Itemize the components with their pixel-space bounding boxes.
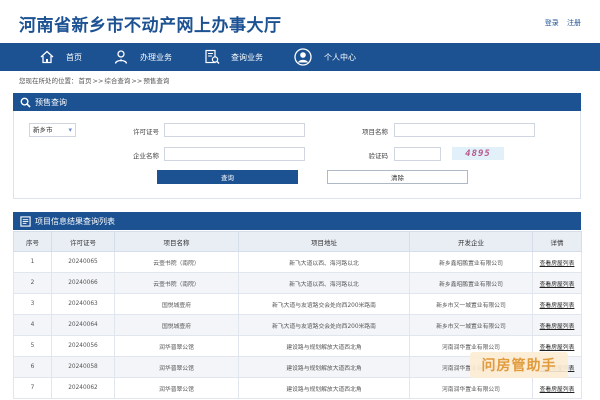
cell-permit: 20240066 [51, 272, 115, 294]
cell-address: 建设路与规划解放大道西北角 [238, 335, 410, 357]
cell-permit: 20240062 [51, 377, 115, 399]
col-header-index: 序号 [13, 231, 52, 252]
cell-developer: 新乡鑫昭鹏置业有限公司 [409, 272, 533, 294]
query-button[interactable]: 查询 [157, 170, 298, 184]
col-header-detail: 详情 [532, 231, 582, 252]
cell-project: 润华晋翠公馆 [114, 377, 239, 399]
table-row: 1 20240065 云壹书院（南院） 新飞大道以西、海河路以北 新乡鑫昭鹏置业有限公司… [13, 251, 582, 273]
cell-permit: 20240058 [51, 356, 115, 378]
list-icon [19, 215, 31, 227]
breadcrumb-query[interactable]: 综合查询 [104, 77, 130, 85]
nav-home[interactable]: 首页 [38, 43, 82, 71]
cell-index: 2 [13, 272, 52, 294]
results-panel-title: 项目信息结果查询列表 [35, 216, 115, 226]
captcha-label: 验证码 [368, 152, 389, 160]
table-row: 4 20240064 国悦城壹府 新飞大道与友谊路交会处向西200米路南 新乡市又一城置… [13, 314, 582, 336]
cell-project: 云壹书院（南院） [114, 251, 239, 273]
cell-developer: 新乡市又一城置业有限公司 [409, 314, 533, 336]
user-circle-icon [294, 48, 312, 66]
person-tie-icon [112, 48, 130, 66]
cell-detail-link[interactable]: 查看房屋列表 [532, 251, 582, 273]
nav-personal[interactable]: 个人中心 [294, 43, 356, 71]
register-link[interactable]: 注册 [567, 19, 581, 27]
nav-query-label: 查询业务 [231, 52, 263, 62]
cell-address: 新飞大道以西、海河路以北 [238, 272, 410, 294]
cell-detail-link[interactable]: 查看房屋列表 [532, 272, 582, 294]
site-title: 河南省新乡市不动产网上办事大厅 [19, 16, 282, 36]
company-label: 企业名称 [133, 152, 159, 160]
cell-permit: 20240063 [51, 293, 115, 315]
cell-developer: 新乡市又一城置业有限公司 [409, 293, 533, 315]
company-input[interactable] [164, 147, 305, 161]
cell-detail-link[interactable]: 查看房屋列表 [532, 314, 582, 336]
nav-personal-label: 个人中心 [324, 52, 356, 62]
nav-query[interactable]: 查询业务 [203, 43, 263, 71]
col-header-address: 项目地址 [238, 231, 410, 252]
cell-address: 新飞大道与友谊路交会处向西200米路南 [238, 293, 410, 315]
clear-button[interactable]: 清除 [327, 170, 468, 184]
cell-address: 新飞大道与友谊路交会处向西200米路南 [238, 314, 410, 336]
col-header-project: 项目名称 [114, 231, 239, 252]
table-row: 2 20240066 云壹书院（南院） 新飞大道以西、海河路以北 新乡鑫昭鹏置业有限公司… [13, 272, 582, 294]
site-header: 河南省新乡市不动产网上办事大厅 登录 注册 [0, 0, 600, 43]
presale-panel-header: 预售查询 [13, 93, 581, 111]
auth-links: 登录 注册 [539, 18, 581, 28]
cell-developer: 新乡鑫昭鹏置业有限公司 [409, 251, 533, 273]
main-nav: 首页 办理业务 查询业务 个人中心 [0, 43, 600, 71]
breadcrumb-home[interactable]: 首页 [79, 77, 92, 85]
col-header-developer: 开发企业 [409, 231, 533, 252]
results-panel-header: 项目信息结果查询列表 [13, 212, 581, 230]
permit-input[interactable] [164, 123, 305, 137]
chevron-down-icon: ▾ [68, 126, 72, 134]
login-link[interactable]: 登录 [545, 19, 559, 27]
breadcrumb-sep: >> [92, 77, 104, 85]
home-icon [38, 48, 56, 66]
breadcrumb-sep: >> [131, 77, 143, 85]
cell-developer: 河南润华置业有限公司 [409, 377, 533, 399]
cell-detail-link[interactable]: 查看房屋列表 [532, 293, 582, 315]
col-header-permit: 许可证号 [51, 231, 115, 252]
cell-index: 3 [13, 293, 52, 315]
table-header-row: 序号 许可证号 项目名称 项目地址 开发企业 详情 [13, 231, 582, 252]
city-select[interactable]: 新乡市 ▾ [29, 123, 76, 137]
cell-project: 国悦城壹府 [114, 314, 239, 336]
cell-index: 5 [13, 335, 52, 357]
nav-business-label: 办理业务 [140, 52, 172, 62]
cell-address: 建设路与规划解放大道西北角 [238, 377, 410, 399]
cell-address: 建设路与规划解放大道西北角 [238, 356, 410, 378]
cell-index: 6 [13, 356, 52, 378]
cell-project: 润华晋翠公馆 [114, 335, 239, 357]
table-row: 7 20240062 润华晋翠公馆 建设路与规划解放大道西北角 河南润华置业有限公司 查看… [13, 377, 582, 399]
project-name-label: 项目名称 [362, 128, 388, 136]
captcha-input[interactable] [394, 147, 441, 161]
cell-project: 国悦城壹府 [114, 293, 239, 315]
breadcrumb-prefix: 您现在所处的位置： [19, 77, 78, 85]
cell-index: 1 [13, 251, 52, 273]
cell-project: 云壹书院（南院） [114, 272, 239, 294]
breadcrumb: 您现在所处的位置：首页>>综合查询>>预售查询 [19, 75, 170, 85]
captcha-image[interactable]: 4895 [452, 147, 504, 160]
watermark-logo: 问房管助手 [470, 352, 568, 378]
cell-permit: 20240065 [51, 251, 115, 273]
cell-address: 新飞大道以西、海河路以北 [238, 251, 410, 273]
cell-permit: 20240064 [51, 314, 115, 336]
permit-label: 许可证号 [133, 128, 159, 136]
project-name-input[interactable] [394, 123, 535, 137]
cell-detail-link[interactable]: 查看房屋列表 [532, 377, 582, 399]
breadcrumb-current: 预售查询 [143, 77, 170, 85]
table-row: 3 20240063 国悦城壹府 新飞大道与友谊路交会处向西200米路南 新乡市又一城置… [13, 293, 582, 315]
nav-home-label: 首页 [66, 52, 82, 62]
search-form: 新乡市 ▾ 许可证号 项目名称 企业名称 验证码 4895 查询 清除 [13, 111, 581, 199]
presale-panel-title: 预售查询 [35, 97, 67, 107]
cell-permit: 20240056 [51, 335, 115, 357]
search-icon [19, 96, 31, 108]
cell-index: 7 [13, 377, 52, 399]
cell-index: 4 [13, 314, 52, 336]
cell-project: 润华晋翠公馆 [114, 356, 239, 378]
nav-business[interactable]: 办理业务 [112, 43, 172, 71]
document-search-icon [203, 48, 221, 66]
city-select-value: 新乡市 [33, 126, 53, 134]
